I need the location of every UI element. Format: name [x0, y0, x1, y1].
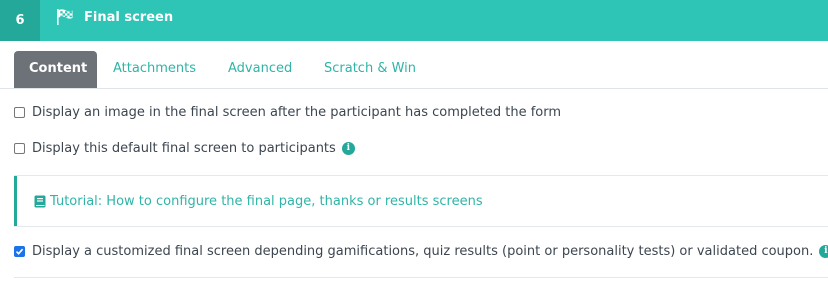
step-number: 6: [0, 0, 40, 41]
option-display-image: Display an image in the final screen aft…: [14, 104, 561, 120]
tab-bar: Content Attachments Advanced Scratch & W…: [0, 51, 828, 89]
option-display-default: Display this default final screen to par…: [14, 140, 355, 156]
display-image-checkbox[interactable]: [14, 106, 25, 118]
divider: [14, 226, 828, 227]
section-title: Final screen: [84, 10, 174, 25]
info-icon[interactable]: i: [819, 244, 828, 258]
tutorial-callout: Tutorial: How to configure the final pag…: [14, 176, 828, 226]
tab-content[interactable]: Content: [14, 51, 97, 88]
tutorial-link[interactable]: Tutorial: How to configure the final pag…: [50, 194, 483, 209]
tab-scratch-win[interactable]: Scratch & Win: [309, 51, 431, 88]
divider: [14, 277, 828, 278]
checkered-flag-icon: [57, 9, 73, 25]
display-customized-label: Display a customized final screen depend…: [32, 243, 814, 259]
checkmark-icon: [15, 248, 24, 255]
book-icon: [34, 195, 46, 207]
display-default-checkbox[interactable]: [14, 142, 25, 154]
info-icon[interactable]: i: [341, 141, 355, 155]
display-default-label: Display this default final screen to par…: [32, 140, 336, 156]
display-customized-checkbox[interactable]: [14, 245, 25, 257]
tab-advanced[interactable]: Advanced: [213, 51, 307, 88]
display-image-label: Display an image in the final screen aft…: [32, 104, 562, 120]
option-display-customized: Display a customized final screen depend…: [14, 243, 828, 259]
section-header: 6 Final screen: [0, 0, 828, 41]
tab-attachments[interactable]: Attachments: [98, 51, 211, 88]
